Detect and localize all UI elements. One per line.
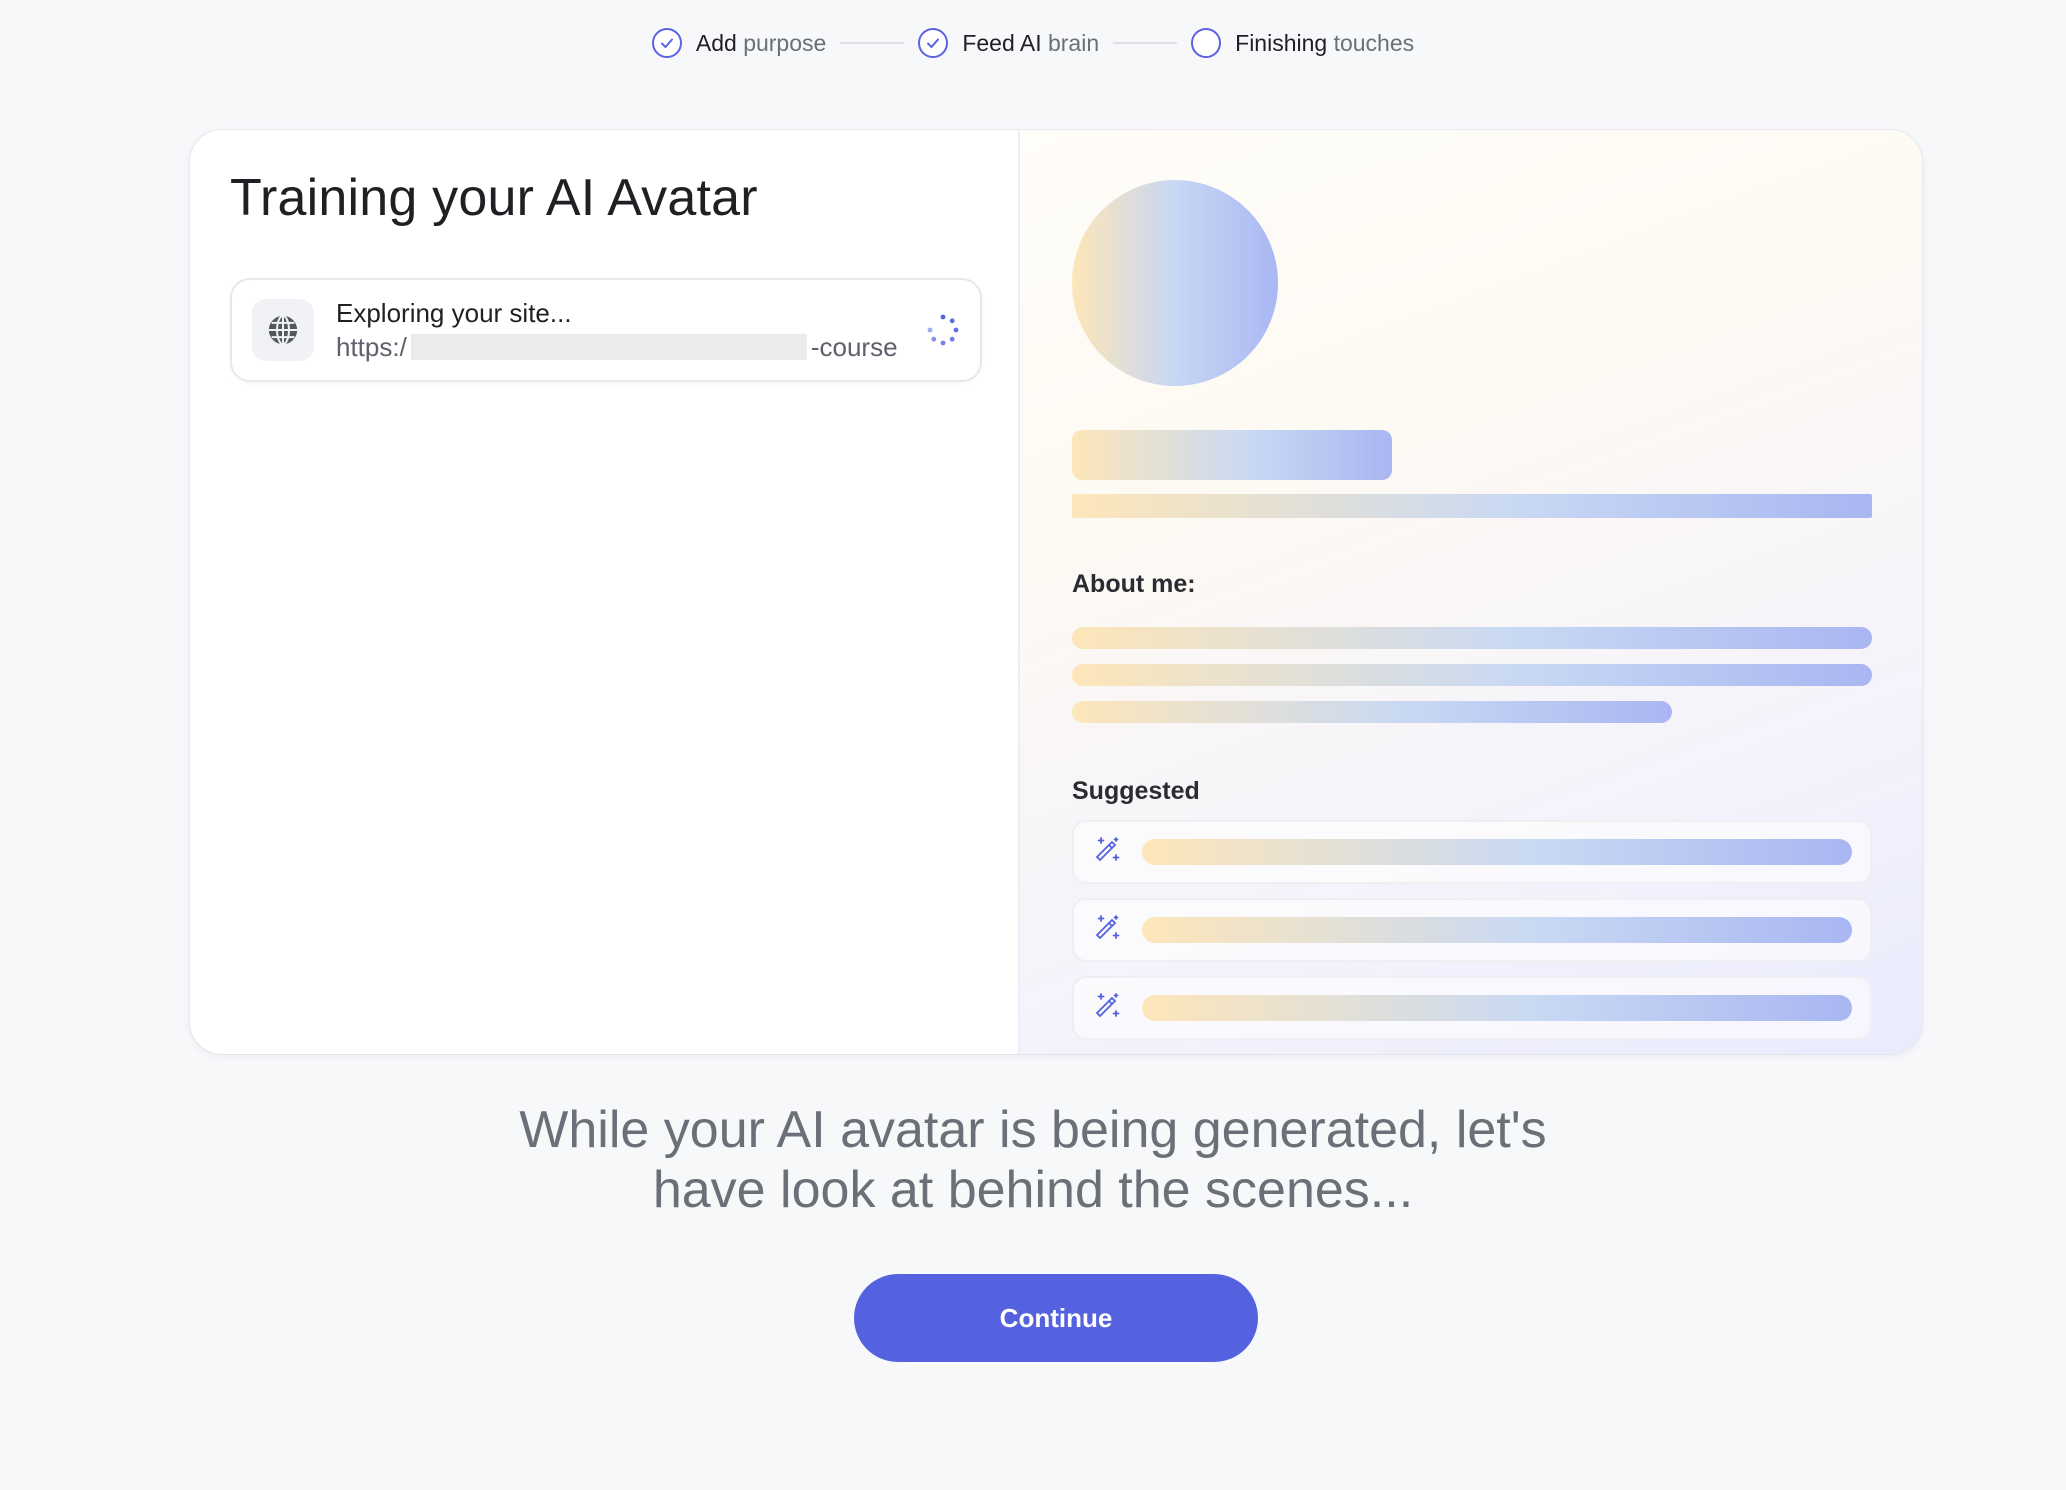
step-finishing-touches[interactable]: Finishing touches — [1191, 28, 1414, 58]
avatar-placeholder — [1072, 180, 1278, 386]
step-label: Add purpose — [695, 29, 827, 56]
training-card: Training your AI Avatar Exploring your s… — [190, 130, 1922, 1054]
tagline-line-1: While your AI avatar is being generated,… — [519, 1101, 1547, 1159]
globe-icon — [252, 299, 314, 361]
step-label: Finishing touches — [1235, 29, 1415, 56]
site-exploration-item: Exploring your site... https:/ -course — [230, 278, 982, 382]
step-divider — [1113, 42, 1178, 44]
step-label: Feed AI brain — [962, 29, 1100, 56]
avatar-preview-panel: About me: Suggested — [1020, 130, 1922, 1054]
step-divider — [840, 42, 905, 44]
empty-circle-icon — [1191, 28, 1222, 58]
page-title: Training your AI Avatar — [230, 169, 758, 227]
check-icon — [651, 28, 682, 58]
url-redacted — [410, 334, 807, 360]
suggestion-placeholder — [1142, 839, 1852, 865]
training-panel: Training your AI Avatar Exploring your s… — [190, 130, 1020, 1054]
suggestion-item[interactable] — [1072, 898, 1872, 962]
site-url: https:/ -course — [336, 330, 912, 364]
continue-button[interactable]: Continue — [854, 1274, 1258, 1362]
page: Add purpose Feed AI brain Finishing touc… — [0, 0, 2066, 1490]
name-placeholder — [1072, 430, 1392, 480]
suggestion-placeholder — [1142, 995, 1852, 1021]
tagline-line-2: have look at behind the scenes... — [652, 1161, 1414, 1219]
suggestion-item[interactable] — [1072, 820, 1872, 884]
check-icon — [918, 28, 949, 58]
url-prefix: https:/ — [336, 332, 407, 362]
magic-wand-icon — [1092, 913, 1122, 948]
site-text: Exploring your site... https:/ -course — [336, 296, 912, 364]
magic-wand-icon — [1092, 835, 1122, 870]
suggested-label: Suggested — [1072, 777, 1200, 805]
step-feed-ai-brain[interactable]: Feed AI brain — [918, 28, 1099, 58]
about-line-placeholder — [1072, 627, 1872, 649]
url-suffix: -course — [810, 332, 898, 362]
suggestion-item[interactable] — [1072, 976, 1872, 1040]
site-status: Exploring your site... — [336, 298, 572, 328]
step-add-purpose[interactable]: Add purpose — [651, 28, 827, 58]
subtitle-placeholder — [1072, 494, 1872, 518]
spinner-icon — [926, 313, 960, 347]
about-line-placeholder — [1072, 664, 1872, 686]
magic-wand-icon — [1092, 991, 1122, 1026]
suggestion-placeholder — [1142, 917, 1852, 943]
about-line-placeholder — [1072, 701, 1672, 723]
about-me-label: About me: — [1072, 570, 1196, 598]
progress-stepper: Add purpose Feed AI brain Finishing touc… — [0, 28, 2066, 58]
tagline: While your AI avatar is being generated,… — [0, 1100, 2066, 1220]
